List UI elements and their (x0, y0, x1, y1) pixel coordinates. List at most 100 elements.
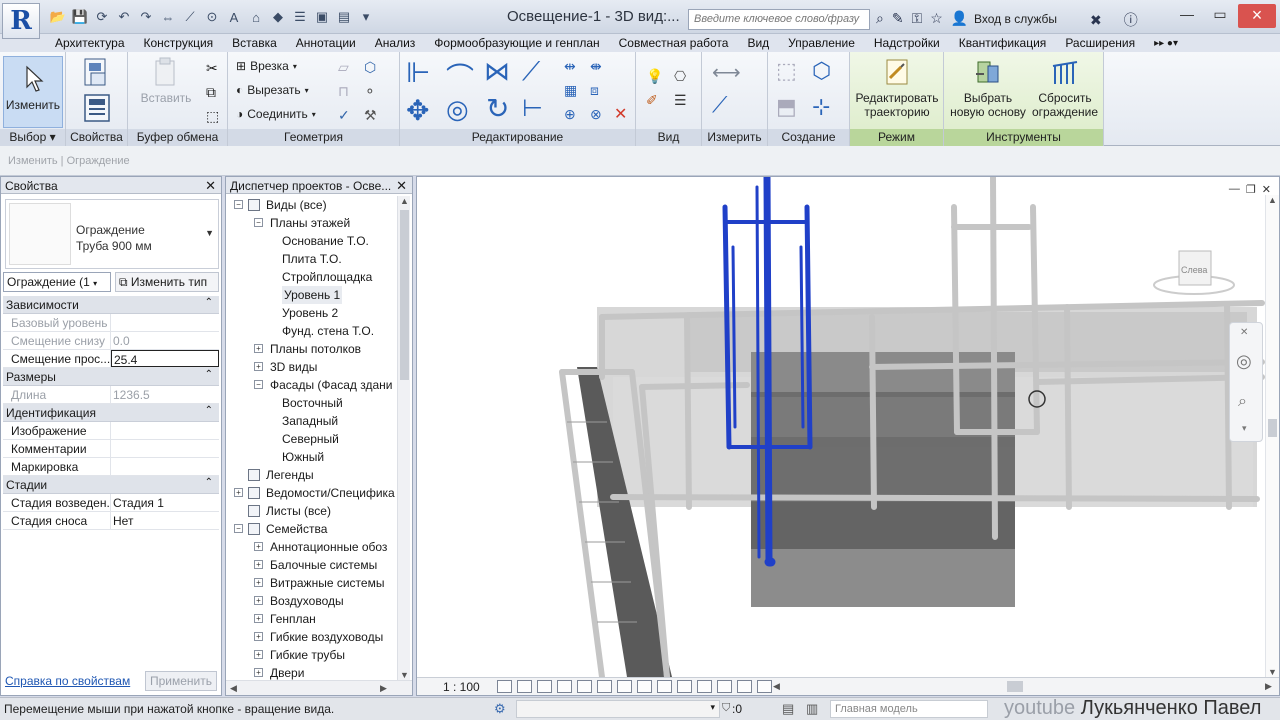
tree-node[interactable]: + Гибкие воздуховоды (226, 628, 396, 646)
properties-help-link[interactable]: Справка по свойствам (5, 674, 130, 688)
measure-between-icon[interactable]: ⟷ (712, 60, 741, 85)
cut-geometry-button[interactable]: ◐ Вырезать ▾ (236, 83, 309, 97)
help-icon[interactable]: ⓘ (1124, 10, 1138, 30)
join-button[interactable]: ◑ Соединить ▾ (236, 107, 316, 121)
sync-icon[interactable]: ⟳ (94, 9, 110, 25)
tree-node[interactable]: Плита Т.О. (226, 250, 396, 268)
tab-5[interactable]: Формообразующие и генплан (434, 36, 599, 50)
stair[interactable] (751, 352, 1015, 607)
create-group-icon[interactable]: ⬡ (812, 58, 831, 84)
show-crop-icon[interactable] (617, 680, 632, 693)
mirror-draw-icon[interactable]: ⟋ (522, 56, 540, 88)
collapse-icon[interactable]: ⌃ (205, 477, 213, 488)
navbar-menu-icon[interactable]: ▾ (1242, 423, 1247, 434)
tree-node[interactable]: + Воздуховоды (226, 592, 396, 610)
tab-10[interactable]: Квантификация (959, 36, 1047, 50)
paste-button[interactable]: Вставить (138, 56, 194, 105)
visual-style-icon[interactable] (517, 680, 532, 693)
chevron-down-icon[interactable]: ▼ (205, 228, 214, 238)
hammer-icon[interactable]: ⚒ (364, 107, 377, 124)
expand-icon[interactable]: + (254, 650, 263, 659)
instance-filter-select[interactable]: Ограждение (1 ▾ (3, 272, 111, 292)
reveal-hidden-icon[interactable] (677, 680, 692, 693)
collapse-icon[interactable]: − (254, 380, 263, 389)
design-options-icon[interactable]: ▥ (806, 701, 818, 717)
pin-icon[interactable]: ⊕ (564, 106, 576, 123)
view-h-scroll-thumb[interactable] (1007, 681, 1023, 692)
wall-joins-icon[interactable]: ⊓ (338, 83, 349, 100)
tab-0[interactable]: Архитектура (55, 36, 125, 50)
property-section-header[interactable]: Размеры ⌃ (3, 368, 219, 386)
browser-vertical-scrollbar[interactable]: ▲ ▼ (397, 196, 410, 680)
highlight-displacement-icon[interactable] (717, 680, 732, 693)
collapse-icon[interactable]: ⌃ (205, 297, 213, 308)
edit-type-button[interactable]: ⧉ Изменить тип (115, 272, 219, 292)
3d-view-icon[interactable]: ⌂ (248, 9, 264, 25)
scroll-down-icon[interactable]: ▼ (400, 670, 409, 680)
section-icon[interactable]: ◆ (270, 9, 286, 25)
tab-3[interactable]: Аннотации (296, 36, 356, 50)
property-value[interactable] (111, 440, 219, 457)
linework-icon[interactable]: ✐ (646, 92, 658, 109)
panel-title-select[interactable]: Выбор ▾ (0, 129, 65, 146)
move-icon[interactable]: ✥ (406, 94, 429, 127)
lock-3d-icon[interactable] (637, 680, 652, 693)
tree-node[interactable]: − Фасады (Фасад здани (226, 376, 396, 394)
offset-icon[interactable]: ⌒ (446, 56, 474, 96)
text-icon[interactable]: A (226, 9, 242, 25)
3d-view-canvas[interactable]: — ❐ ✕ Слева ✕ ◎ ⌕ ▾ ▲ ▼ 1 : 100 ◀ ▶ (416, 176, 1280, 696)
property-value[interactable]: Стадия 1 (111, 494, 219, 511)
expand-icon[interactable]: + (254, 578, 263, 587)
split-face-icon[interactable]: ▱ (338, 59, 349, 76)
customize-qat-icon[interactable]: ▾ (358, 9, 374, 25)
scroll-right-icon[interactable]: ▶ (380, 683, 387, 694)
view-scroll-thumb[interactable] (1268, 419, 1277, 437)
create-assembly-icon[interactable]: ⬒ (776, 94, 797, 120)
properties-button[interactable] (80, 56, 114, 91)
property-value[interactable] (111, 422, 219, 439)
browser-scroll-thumb[interactable] (400, 210, 409, 380)
tree-node[interactable]: Уровень 2 (226, 304, 396, 322)
tree-node[interactable]: Северный (226, 430, 396, 448)
view-scale[interactable]: 1 : 100 (443, 680, 480, 694)
tree-node[interactable]: Фунд. стена Т.О. (226, 322, 396, 340)
expand-icon[interactable]: + (254, 668, 263, 677)
cut-icon[interactable]: ✂ (206, 60, 222, 76)
split-gap-icon[interactable]: ⇼ (590, 58, 602, 75)
property-value[interactable]: 25.4 (111, 350, 219, 367)
tab-8[interactable]: Управление (788, 36, 855, 50)
worksets-icon[interactable]: ⚙ (494, 701, 506, 717)
crop-view-icon[interactable] (597, 680, 612, 693)
viewcube[interactable]: Слева (1151, 247, 1237, 297)
project-browser-close-icon[interactable]: ✕ (396, 178, 407, 194)
temporary-hide-icon[interactable] (657, 680, 672, 693)
view-scroll-down-icon[interactable]: ▼ (1268, 667, 1277, 677)
expand-icon[interactable]: + (254, 596, 263, 605)
match-type-icon[interactable]: ⬚ (206, 108, 222, 124)
open-icon[interactable]: 📂 (50, 9, 66, 25)
maximize-button[interactable]: ▭ (1205, 6, 1235, 26)
thin-lines-view-icon[interactable]: ☰ (674, 92, 687, 109)
expand-icon[interactable]: + (254, 560, 263, 569)
tree-node[interactable]: Листы (все) (226, 502, 396, 520)
view-vertical-scrollbar[interactable]: ▲ ▼ (1265, 195, 1279, 677)
property-value[interactable]: Нет (111, 512, 219, 529)
tree-node[interactable]: + Планы потолков (226, 340, 396, 358)
view-restore-icon[interactable]: ❐ (1246, 183, 1256, 196)
tree-node[interactable]: Легенды (226, 466, 396, 484)
type-selector[interactable]: Ограждение Труба 900 мм ▼ (5, 199, 219, 269)
align-faces-icon[interactable]: ✓ (338, 107, 350, 124)
tree-node[interactable]: Западный (226, 412, 396, 430)
property-section-header[interactable]: Зависимости ⌃ (3, 296, 219, 314)
switch-windows-icon[interactable]: ▤ (336, 9, 352, 25)
tree-node[interactable]: +3D виды (226, 358, 396, 376)
design-option-select[interactable]: Главная модель (830, 700, 988, 718)
view-scroll-right-icon[interactable]: ▶ (1265, 681, 1272, 692)
search-input[interactable]: Введите ключевое слово/фразу (688, 9, 870, 30)
tree-node[interactable]: Южный (226, 448, 396, 466)
unpin-icon[interactable]: ⊗ (590, 106, 602, 123)
minimize-button[interactable]: — (1172, 6, 1202, 26)
create-parts-icon[interactable]: ⬚ (776, 58, 797, 84)
tree-node[interactable]: + Гибкие трубы (226, 646, 396, 664)
save-icon[interactable]: 💾 (72, 9, 88, 25)
